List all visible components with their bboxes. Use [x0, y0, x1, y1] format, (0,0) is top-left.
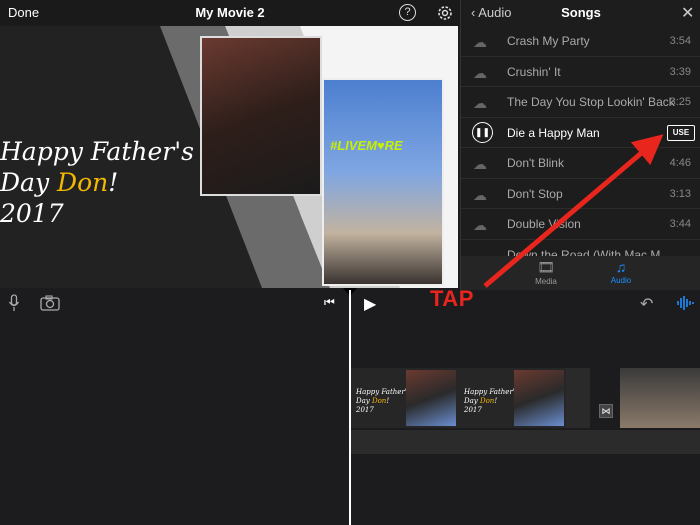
cloud-download-icon: ☁ — [473, 34, 487, 50]
microphone-icon[interactable] — [8, 294, 20, 312]
audio-browser-panel: ‹ Audio Songs ✕ ☁ Crash My Party 3:54 ☁ … — [460, 0, 700, 290]
title-text: Happy Father's Day Don! 2017 — [0, 136, 194, 229]
media-tab-bar: 🎞 Media ♫ Audio — [461, 256, 700, 290]
song-item[interactable]: ☁ Down the Road (With Mac M... — [461, 240, 700, 257]
playhead[interactable] — [349, 290, 351, 525]
cloud-download-icon: ☁ — [473, 156, 487, 172]
clip-thumbnail: Happy Father's Day Don! 2017 — [458, 368, 566, 428]
video-clip-photo[interactable] — [620, 368, 700, 428]
clip-title-line-3: 2017 — [464, 406, 482, 414]
cloud-download-icon: ☁ — [473, 217, 487, 233]
song-title: Crash My Party — [507, 34, 590, 48]
skip-to-start-icon[interactable]: ⏮ — [324, 295, 335, 310]
gear-icon[interactable] — [436, 4, 454, 22]
song-item[interactable]: ☁ Don't Blink 4:46 — [461, 148, 700, 179]
film-icon: 🎞 — [537, 259, 555, 275]
song-item-selected[interactable]: ❚❚ Die a Happy Man USE — [461, 118, 700, 148]
song-item[interactable]: ☁ Crash My Party 3:54 — [461, 26, 700, 57]
song-item[interactable]: ☁ Don't Stop 3:13 — [461, 179, 700, 209]
clip-title-line-2: Day Don! — [464, 397, 498, 405]
top-bar: Done My Movie 2 ? — [0, 0, 460, 26]
panel-title: Songs — [561, 5, 601, 20]
song-title: The Day You Stop Lookin' Back — [507, 95, 675, 109]
help-icon[interactable]: ? — [399, 4, 416, 21]
clip-title-line-1: Happy Father's — [464, 388, 519, 396]
song-item[interactable]: ☁ Double Vision 3:44 — [461, 209, 700, 240]
song-duration: 3:39 — [669, 65, 691, 78]
song-title: Die a Happy Man — [507, 125, 600, 140]
music-note-icon: ♫ — [615, 259, 627, 275]
cloud-download-icon: ☁ — [473, 186, 487, 203]
use-button[interactable]: USE — [667, 124, 695, 141]
photo-overlay-text: #LIVEM♥RE — [330, 138, 403, 153]
song-duration: 3:54 — [669, 35, 691, 47]
cloud-download-icon: ☁ — [473, 64, 487, 81]
pause-icon[interactable]: ❚❚ — [472, 121, 493, 143]
song-title: Don't Blink — [507, 156, 564, 170]
undo-icon[interactable]: ↶ — [640, 294, 653, 314]
title-line-1: Happy Father's — [0, 137, 194, 166]
clip-thumbnail: Happy Father's Day Don! 2017 — [350, 368, 458, 428]
song-title: Don't Stop — [507, 186, 563, 201]
song-item[interactable]: ☁ The Day You Stop Lookin' Back 3:25 — [461, 87, 700, 118]
clip-title-line-1: Happy Father's — [356, 388, 411, 396]
close-icon[interactable]: ✕ — [681, 3, 694, 23]
song-duration: 4:46 — [669, 157, 691, 169]
title-line-2: Day Don! — [0, 168, 119, 197]
photo-couple — [200, 36, 322, 196]
video-clip-title[interactable]: Happy Father's Day Don! 2017 Happy Fathe… — [350, 368, 590, 428]
clip-photo — [406, 370, 456, 426]
song-title: Crushin' It — [507, 64, 561, 79]
clip-photo — [514, 370, 564, 426]
song-item[interactable]: ☁ Crushin' It 3:39 — [461, 57, 700, 87]
photo-tower-selfie: #LIVEM♥RE — [322, 78, 444, 286]
audio-track[interactable] — [350, 430, 700, 454]
play-icon[interactable]: ▶ — [364, 294, 376, 314]
song-duration: 3:13 — [669, 187, 691, 200]
title-name: Don — [57, 168, 109, 197]
title-line-3: 2017 — [0, 199, 64, 228]
movie-preview: Happy Father's Day Don! 2017 #LIVEM♥RE — [0, 26, 458, 288]
clip-title-text: Happy Father's Day Don! 2017 — [356, 388, 410, 415]
tab-audio[interactable]: ♫ Audio — [591, 256, 651, 290]
tab-media[interactable]: 🎞 Media — [516, 256, 576, 290]
song-title: Double Vision — [507, 217, 581, 231]
clip-title-text: Happy Father's Day Don! 2017 — [464, 388, 518, 415]
transition-icon[interactable]: ⋈ — [599, 404, 613, 418]
cloud-download-icon: ☁ — [473, 247, 487, 257]
song-list: ☁ Crash My Party 3:54 ☁ Crushin' It 3:39… — [461, 26, 700, 256]
camera-icon[interactable] — [40, 295, 60, 311]
project-title: My Movie 2 — [195, 5, 265, 20]
audio-waveform-icon[interactable] — [676, 295, 694, 311]
song-title: Down the Road (With Mac M... — [507, 247, 671, 257]
tap-annotation: TAP — [430, 286, 474, 311]
song-duration: 3:25 — [669, 96, 691, 108]
song-duration: 3:44 — [669, 218, 691, 230]
clip-title-line-2: Day Don! — [356, 397, 390, 405]
clip-title-line-3: 2017 — [356, 406, 374, 414]
cloud-download-icon: ☁ — [473, 95, 487, 111]
